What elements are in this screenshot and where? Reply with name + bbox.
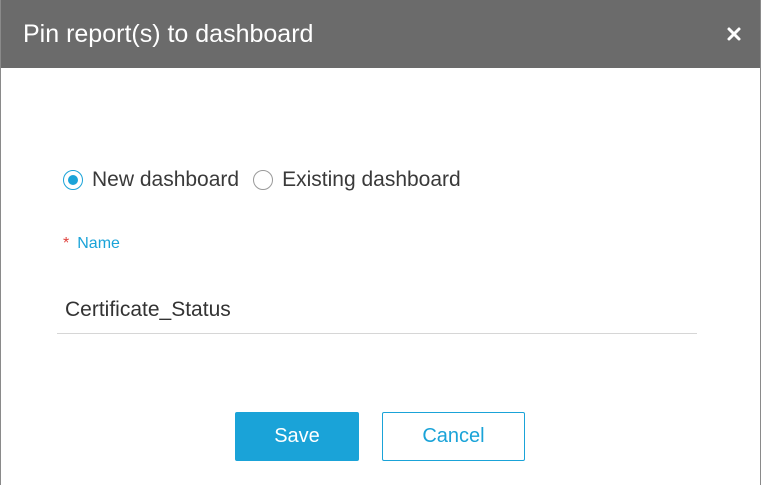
dialog-title: Pin report(s) to dashboard [23,20,314,48]
name-field-label: * Name [63,234,120,254]
radio-button-unchecked[interactable] [253,170,274,190]
pin-report-dialog: Pin report(s) to dashboard New dashboard… [0,0,761,485]
dialog-title-bar: Pin report(s) to dashboard [1,0,760,68]
radio-button-checked[interactable] [63,170,83,190]
save-button[interactable]: Save [235,412,359,461]
dashboard-type-radio-group: New dashboard Existing dashboard [63,164,475,196]
close-button[interactable] [720,19,748,49]
cancel-button[interactable]: Cancel [382,412,525,461]
radio-label-new-dashboard: New dashboard [92,168,240,191]
close-icon [727,27,741,41]
name-label-text: Name [77,235,120,252]
required-indicator: * [63,235,70,252]
radio-label-existing-dashboard: Existing dashboard [282,168,461,191]
radio-existing-dashboard[interactable]: Existing dashboard [253,168,461,192]
radio-new-dashboard[interactable]: New dashboard [63,168,239,192]
name-input[interactable] [57,286,697,334]
